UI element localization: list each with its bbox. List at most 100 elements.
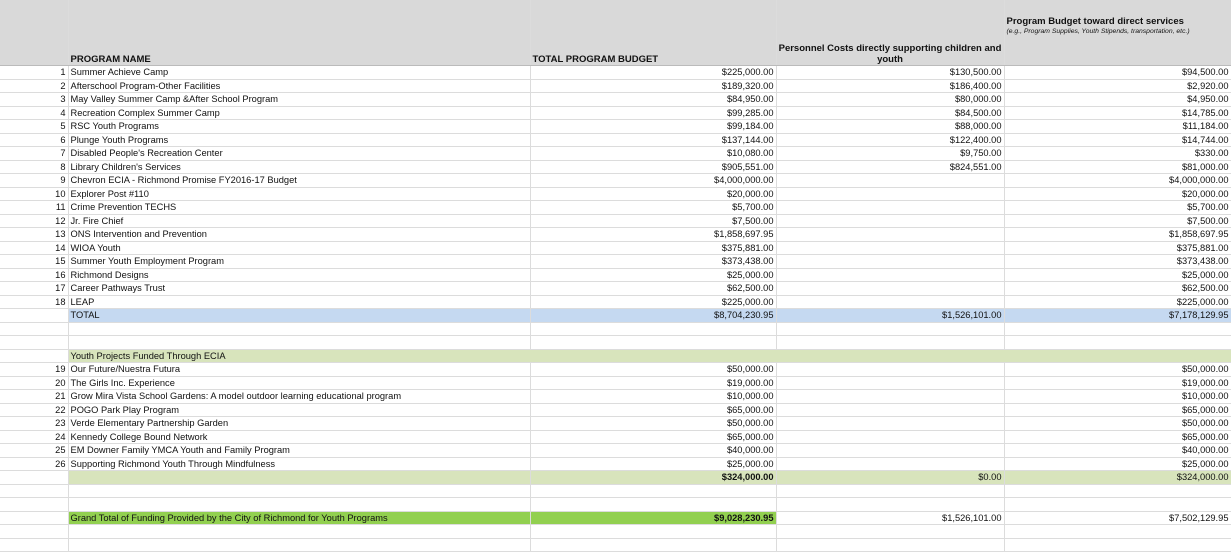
program-direct[interactable]: $81,000.00 — [1004, 160, 1231, 174]
program-direct[interactable]: $20,000.00 — [1004, 187, 1231, 201]
cell[interactable] — [776, 335, 1005, 350]
cell[interactable] — [1004, 322, 1231, 336]
project-name[interactable]: POGO Park Play Program — [68, 403, 531, 417]
grand-total-budget[interactable]: $9,028,230.95 — [530, 511, 777, 525]
program-total[interactable]: $25,000.00 — [530, 268, 777, 282]
row-number[interactable]: 20 — [0, 376, 69, 390]
program-name[interactable]: ONS Intervention and Prevention — [68, 227, 531, 242]
ecia-section-title[interactable]: Youth Projects Funded Through ECIA — [68, 349, 1231, 363]
cell[interactable] — [68, 470, 531, 485]
cell[interactable] — [530, 484, 777, 498]
cell[interactable] — [1004, 538, 1231, 552]
project-name[interactable]: Supporting Richmond Youth Through Mindfu… — [68, 457, 531, 471]
program-total[interactable]: $84,950.00 — [530, 92, 777, 107]
program-total[interactable]: $375,881.00 — [530, 241, 777, 255]
row-number[interactable]: 16 — [0, 268, 69, 282]
program-direct[interactable]: $373,438.00 — [1004, 254, 1231, 269]
project-personnel[interactable] — [776, 362, 1005, 377]
row-number[interactable]: 10 — [0, 187, 69, 201]
program-personnel[interactable]: $130,500.00 — [776, 65, 1005, 80]
program-name[interactable]: Summer Achieve Camp — [68, 65, 531, 80]
project-personnel[interactable] — [776, 457, 1005, 471]
cell[interactable] — [530, 497, 777, 512]
row-number[interactable]: 25 — [0, 443, 69, 458]
project-name[interactable]: EM Downer Family YMCA Youth and Family P… — [68, 443, 531, 458]
project-name[interactable]: Grow Mira Vista School Gardens: A model … — [68, 389, 531, 404]
row-number[interactable]: 1 — [0, 65, 69, 80]
ecia-subtotal-budget[interactable]: $324,000.00 — [530, 470, 777, 485]
cell[interactable] — [1004, 524, 1231, 539]
cell[interactable] — [776, 322, 1005, 336]
project-direct[interactable]: $10,000.00 — [1004, 389, 1231, 404]
ecia-subtotal-personnel[interactable]: $0.00 — [776, 470, 1005, 485]
program-direct[interactable]: $94,500.00 — [1004, 65, 1231, 80]
row-number[interactable]: 22 — [0, 403, 69, 417]
program-direct[interactable]: $7,500.00 — [1004, 214, 1231, 228]
project-total[interactable]: $50,000.00 — [530, 362, 777, 377]
program-total[interactable]: $7,500.00 — [530, 214, 777, 228]
row-number[interactable]: 4 — [0, 106, 69, 120]
program-personnel[interactable]: $186,400.00 — [776, 79, 1005, 93]
project-total[interactable]: $50,000.00 — [530, 416, 777, 431]
cell[interactable] — [0, 335, 69, 350]
program-personnel[interactable]: $824,551.00 — [776, 160, 1005, 174]
program-budget-header[interactable]: Program Budget toward direct services (e… — [1004, 0, 1231, 66]
project-direct[interactable]: $50,000.00 — [1004, 362, 1231, 377]
program-name[interactable]: LEAP — [68, 295, 531, 309]
cell[interactable] — [776, 484, 1005, 498]
program-personnel[interactable] — [776, 254, 1005, 269]
program-direct[interactable]: $330.00 — [1004, 146, 1231, 161]
program-total[interactable]: $99,285.00 — [530, 106, 777, 120]
program-name[interactable]: Disabled People's Recreation Center — [68, 146, 531, 161]
program-total[interactable]: $225,000.00 — [530, 65, 777, 80]
project-personnel[interactable] — [776, 443, 1005, 458]
program-total[interactable]: $373,438.00 — [530, 254, 777, 269]
program-name-header[interactable]: PROGRAM NAME — [68, 0, 531, 66]
program-total[interactable]: $905,551.00 — [530, 160, 777, 174]
program-direct[interactable]: $14,744.00 — [1004, 133, 1231, 147]
total-direct-value[interactable]: $7,178,129.95 — [1004, 308, 1231, 323]
grand-total-label[interactable]: Grand Total of Funding Provided by the C… — [68, 511, 531, 525]
program-name[interactable]: Summer Youth Employment Program — [68, 254, 531, 269]
program-personnel[interactable] — [776, 214, 1005, 228]
program-name[interactable]: RSC Youth Programs — [68, 119, 531, 134]
program-name[interactable]: Richmond Designs — [68, 268, 531, 282]
program-personnel[interactable] — [776, 173, 1005, 188]
cell[interactable] — [0, 538, 69, 552]
cell[interactable] — [0, 322, 69, 336]
program-total[interactable]: $137,144.00 — [530, 133, 777, 147]
cell[interactable] — [0, 497, 69, 512]
cell[interactable] — [776, 538, 1005, 552]
project-direct[interactable]: $50,000.00 — [1004, 416, 1231, 431]
program-personnel[interactable]: $122,400.00 — [776, 133, 1005, 147]
cell[interactable] — [776, 524, 1005, 539]
cell[interactable] — [68, 538, 531, 552]
total-label[interactable]: TOTAL — [68, 308, 531, 323]
row-number[interactable]: 18 — [0, 295, 69, 309]
row-number[interactable]: 8 — [0, 160, 69, 174]
program-personnel[interactable] — [776, 268, 1005, 282]
project-personnel[interactable] — [776, 416, 1005, 431]
row-number[interactable]: 19 — [0, 362, 69, 377]
program-name[interactable]: Chevron ECIA - Richmond Promise FY2016-1… — [68, 173, 531, 188]
project-total[interactable]: $40,000.00 — [530, 443, 777, 458]
row-number[interactable]: 23 — [0, 416, 69, 431]
total-budget-header[interactable]: TOTAL PROGRAM BUDGET — [530, 0, 777, 66]
project-total[interactable]: $65,000.00 — [530, 430, 777, 444]
project-personnel[interactable] — [776, 403, 1005, 417]
project-direct[interactable]: $65,000.00 — [1004, 403, 1231, 417]
program-direct[interactable]: $2,920.00 — [1004, 79, 1231, 93]
cell[interactable] — [0, 308, 69, 323]
project-direct[interactable]: $25,000.00 — [1004, 457, 1231, 471]
row-number[interactable]: 17 — [0, 281, 69, 296]
program-total[interactable]: $225,000.00 — [530, 295, 777, 309]
project-personnel[interactable] — [776, 376, 1005, 390]
row-number[interactable]: 5 — [0, 119, 69, 134]
project-name[interactable]: Verde Elementary Partnership Garden — [68, 416, 531, 431]
program-total[interactable]: $99,184.00 — [530, 119, 777, 134]
cell[interactable] — [530, 322, 777, 336]
project-name[interactable]: Our Future/Nuestra Futura — [68, 362, 531, 377]
total-budget-value[interactable]: $8,704,230.95 — [530, 308, 777, 323]
cell[interactable] — [530, 524, 777, 539]
row-number[interactable]: 3 — [0, 92, 69, 107]
